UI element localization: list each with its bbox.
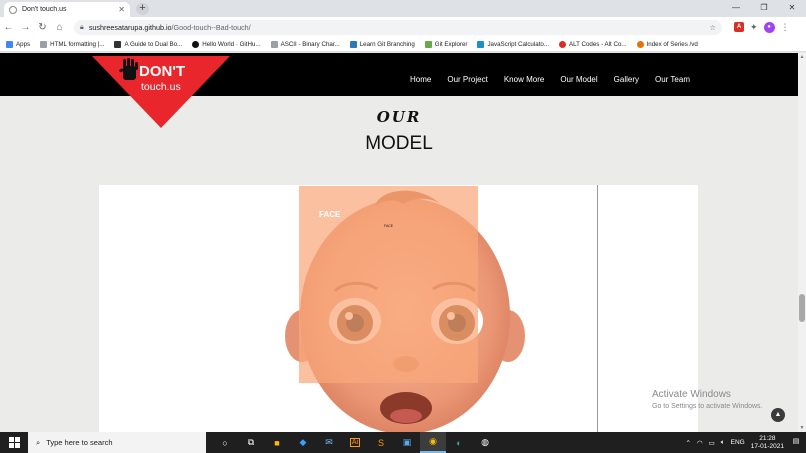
pdf-extension-icon[interactable]: A <box>734 22 744 32</box>
git-icon <box>424 40 432 48</box>
globe-icon <box>9 5 17 14</box>
volume-icon[interactable]: 🔈︎ <box>721 439 725 447</box>
url-path: /Good-touch--Bad-touch/ <box>171 22 251 32</box>
apps-grid-icon <box>6 40 13 48</box>
puzzle-icon[interactable]: ✦ <box>750 22 758 33</box>
tab-strip: Don't touch.us ✕ + — ❐ ✕ <box>0 0 806 17</box>
nav-our-team[interactable]: Our Team <box>655 75 690 84</box>
taskbar-search[interactable]: ⌕ Type here to search <box>28 432 206 453</box>
browser-tab[interactable]: Don't touch.us ✕ <box>4 2 130 17</box>
nav-our-model[interactable]: Our Model <box>560 75 597 84</box>
tab-title: Don't touch.us <box>22 6 67 13</box>
cortana-icon[interactable]: ○ <box>212 432 238 453</box>
scroll-up-arrow-icon[interactable]: ▲ <box>798 53 806 61</box>
bookmark-item[interactable]: Git Explorer <box>424 40 467 48</box>
minimize-button[interactable]: — <box>722 0 750 17</box>
github-icon <box>192 40 200 48</box>
nav-links: Home Our Project Know More Our Model Gal… <box>410 75 690 84</box>
nav-home[interactable]: Home <box>410 75 431 84</box>
new-tab-button[interactable]: + <box>136 3 149 15</box>
globe-icon <box>40 40 48 48</box>
menu-dots-icon[interactable]: ⋮ <box>781 22 790 33</box>
home-button[interactable]: ⌂ <box>51 19 68 36</box>
window-controls: — ❐ ✕ <box>722 0 806 17</box>
bookmark-item[interactable]: Index of Series /vd <box>636 40 698 48</box>
browser-toolbar: ← → ↻ ⌂ 🔒︎ sushreesatarupa.github.io/Goo… <box>0 17 806 37</box>
folder-icon <box>636 40 644 48</box>
page-scrollbar[interactable]: ▲ ▼ <box>798 53 806 432</box>
clock-date: 17-01-2021 <box>750 442 784 450</box>
bookmark-item[interactable]: ALT Codes - Alt Co... <box>559 40 627 48</box>
git-icon <box>349 40 357 48</box>
monitor-app-icon[interactable]: ▣ <box>394 432 420 453</box>
chrome-icon[interactable]: ◉ <box>420 432 446 453</box>
forward-button[interactable]: → <box>17 19 34 36</box>
chevron-up-icon[interactable]: ⌃ <box>685 439 690 447</box>
lock-icon: 🔒︎ <box>80 22 84 31</box>
globe-icon <box>270 40 278 48</box>
search-placeholder: Type here to search <box>46 438 113 447</box>
bookmark-item[interactable]: Learn Git Branching <box>349 40 415 48</box>
nav-know-more[interactable]: Know More <box>504 75 544 84</box>
address-bar[interactable]: 🔒︎ sushreesatarupa.github.io/Good-touch-… <box>74 19 722 35</box>
start-button[interactable] <box>0 432 28 453</box>
edge-icon <box>477 40 485 48</box>
site-icon <box>114 40 122 48</box>
bookmark-item[interactable]: ASCII - Binary Char... <box>270 40 340 48</box>
notification-icon[interactable]: ▤ <box>790 437 802 449</box>
language-indicator[interactable]: ENG <box>731 439 745 446</box>
edge-icon[interactable]: ◐ <box>446 432 472 453</box>
illustrator-icon[interactable]: Ai <box>342 432 368 453</box>
extension-icons: A ✦ ● ⋮ <box>734 21 790 33</box>
maximize-button[interactable]: ❐ <box>750 0 778 17</box>
logo-text-touch: touch.us <box>141 81 181 93</box>
bookmark-item[interactable]: JavaScript Calculato... <box>477 40 549 48</box>
scroll-down-arrow-icon[interactable]: ▼ <box>798 424 806 432</box>
taskbar-apps: ○ ⧉ ■ ◆ ✉ Ai S ▣ ◉ ◐ ◍ <box>212 432 498 453</box>
battery-icon[interactable]: ▭ <box>709 439 715 447</box>
close-window-button[interactable]: ✕ <box>778 0 806 17</box>
bookmark-item[interactable]: Hello World · GitHu... <box>192 40 261 48</box>
activate-windows-subtitle: Go to Settings to activate Windows. <box>652 403 763 410</box>
url-text: sushreesatarupa.github.io/Good-touch--Ba… <box>89 23 705 32</box>
activate-windows-title: Activate Windows <box>652 389 731 400</box>
logo-text-dont: DON'T <box>139 63 185 80</box>
store-icon[interactable]: ■ <box>264 432 290 453</box>
scroll-to-top-button[interactable]: ▲ <box>771 408 785 422</box>
back-button[interactable]: ← <box>0 19 17 36</box>
star-icon[interactable]: ☆ <box>710 23 716 32</box>
bookmark-item[interactable]: HTML formatting |... <box>40 40 104 48</box>
section-kicker: OUR <box>376 108 422 126</box>
bookmarks-bar: Apps HTML formatting |... A Guide to Dua… <box>0 37 806 52</box>
reload-button[interactable]: ↻ <box>34 19 51 36</box>
url-host: sushreesatarupa.github.io <box>88 22 172 32</box>
system-clock[interactable]: 21:28 17-01-2021 <box>751 435 784 451</box>
network-icon[interactable]: ◠ <box>697 439 703 447</box>
close-icon[interactable]: ✕ <box>118 5 125 14</box>
section-title: MODEL <box>365 133 433 154</box>
whatsapp-icon[interactable]: ◍ <box>472 432 498 453</box>
windows-taskbar: ⌕ Type here to search ○ ⧉ ■ ◆ ✉ Ai S ▣ ◉… <box>0 432 806 453</box>
bookmark-item[interactable]: A Guide to Dual Bo... <box>114 40 182 48</box>
windows-logo-icon <box>8 437 20 448</box>
scrollbar-thumb[interactable] <box>799 294 805 322</box>
nav-gallery[interactable]: Gallery <box>614 75 639 84</box>
face-label-small: FACE <box>384 224 394 228</box>
bookmark-apps[interactable]: Apps <box>6 40 30 48</box>
alt-codes-icon <box>559 40 567 48</box>
profile-avatar[interactable]: ● <box>763 21 775 33</box>
sublime-icon[interactable]: S <box>368 432 394 453</box>
task-view-icon[interactable]: ⧉ <box>238 432 264 453</box>
nav-our-project[interactable]: Our Project <box>447 75 487 84</box>
system-tray: ⌃ ◠ ▭ 🔈︎ ENG 21:28 17-01-2021 ▤ <box>685 432 806 453</box>
mail-icon[interactable]: ✉ <box>316 432 342 453</box>
face-label: FACE <box>319 210 341 219</box>
search-icon: ⌕ <box>36 437 41 447</box>
page-viewport: Home Our Project Know More Our Model Gal… <box>0 53 806 432</box>
vscode-icon[interactable]: ◆ <box>290 432 316 453</box>
clock-time: 21:28 <box>759 434 776 442</box>
